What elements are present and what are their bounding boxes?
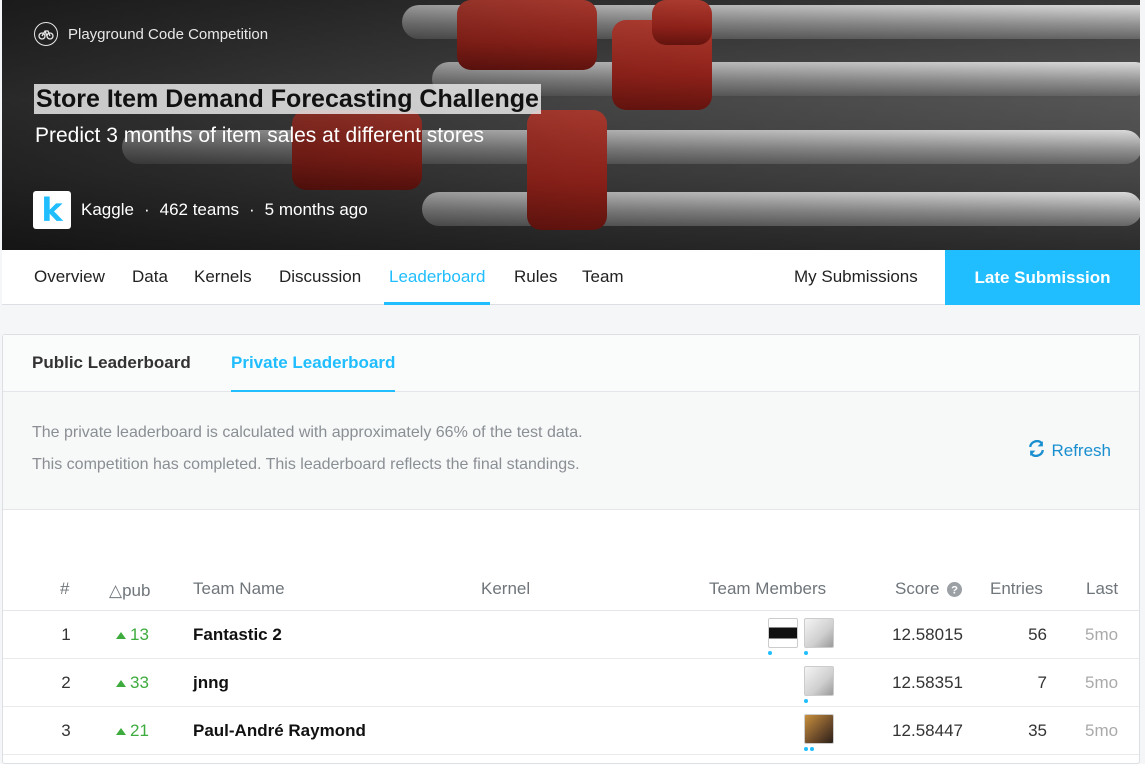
bicycle-icon (34, 22, 58, 46)
column-kernel[interactable]: Kernel (481, 579, 530, 599)
team-name-link[interactable]: Fantastic 2 (193, 625, 282, 645)
team-name-link[interactable]: Paul-André Raymond (193, 721, 366, 741)
rank-cell: 1 (61, 625, 71, 644)
delta-cell: 13 (116, 625, 149, 645)
up-arrow-icon (116, 727, 126, 735)
rank-cell: 3 (61, 721, 71, 740)
competition-title: Store Item Demand Forecasting Challenge (34, 84, 541, 114)
last-cell: 5mo (1085, 721, 1119, 740)
rank-cell: 2 (61, 673, 71, 692)
score-help-icon[interactable]: ? (947, 582, 962, 602)
score-cell: 12.58351 (892, 673, 963, 692)
column-rank[interactable]: # (60, 579, 69, 599)
teams-count[interactable]: 462 teams (160, 200, 239, 220)
competition-age: 5 months ago (264, 200, 368, 219)
competition-meta: k Kaggle · 462 teams · 5 months ago (33, 191, 368, 229)
info-line-2: This competition has completed. This lea… (32, 456, 580, 473)
meta-separator: · (143, 200, 150, 219)
column-entries[interactable]: Entries (990, 579, 1043, 599)
entries-cell: 7 (1037, 673, 1047, 692)
competition-nav: Overview Data Kernels Discussion Leaderb… (2, 250, 1140, 305)
tab-overview[interactable]: Overview (34, 250, 105, 305)
info-line-1: The private leaderboard is calculated wi… (32, 424, 583, 441)
last-cell: 5mo (1085, 673, 1119, 692)
entries-cell: 35 (1028, 721, 1047, 740)
competition-type-label: Playground Code Competition (68, 25, 269, 43)
delta-value: 13 (130, 625, 149, 644)
refresh-label: Refresh (1051, 441, 1111, 460)
team-member-avatar[interactable] (804, 618, 834, 648)
tab-leaderboard[interactable]: Leaderboard (384, 250, 491, 305)
table-row[interactable]: 1 13 Fantastic 2 12.58015 56 5mo (3, 611, 1139, 659)
entries-cell: 56 (1028, 625, 1047, 644)
table-row[interactable]: 2 33 jnng 12.58351 7 5mo (3, 659, 1139, 707)
tab-kernels[interactable]: Kernels (194, 250, 252, 305)
column-delta-public[interactable]: △pub (109, 581, 150, 601)
refresh-button[interactable]: Refresh (1028, 440, 1111, 462)
delta-value: 21 (130, 721, 149, 740)
team-name-link[interactable]: jnng (193, 673, 229, 693)
tab-rules[interactable]: Rules (514, 250, 557, 305)
host-link[interactable]: Kaggle (81, 200, 134, 220)
delta-cell: 21 (116, 721, 149, 741)
team-member-avatar[interactable] (768, 618, 798, 648)
up-arrow-icon (116, 631, 126, 639)
leaderboard-info: The private leaderboard is calculated wi… (3, 392, 1139, 510)
table-row[interactable]: 3 21 Paul-André Raymond 12.58447 35 5mo (3, 707, 1139, 755)
leaderboard-subtabs: Public Leaderboard Private Leaderboard (3, 335, 1139, 392)
leaderboard-panel: Public Leaderboard Private Leaderboard T… (2, 334, 1140, 764)
team-member-avatar[interactable] (804, 714, 834, 744)
tab-team[interactable]: Team (582, 250, 624, 305)
tab-public-leaderboard[interactable]: Public Leaderboard (32, 335, 191, 392)
late-submission-button[interactable]: Late Submission (945, 250, 1140, 305)
leaderboard-header-row: # △pub Team Name Kernel Team Members Sco… (3, 571, 1139, 611)
up-arrow-icon (116, 679, 126, 687)
kaggle-logo[interactable]: k (33, 191, 71, 229)
column-last[interactable]: Last (1086, 579, 1118, 599)
delta-value: 33 (130, 673, 149, 692)
competition-subtitle: Predict 3 months of item sales at differ… (35, 124, 484, 147)
delta-cell: 33 (116, 673, 149, 693)
competition-header: Playground Code Competition Store Item D… (2, 0, 1140, 250)
competition-type: Playground Code Competition (34, 22, 268, 46)
meta-separator: · (249, 200, 255, 219)
column-team-name[interactable]: Team Name (193, 579, 285, 599)
tab-private-leaderboard[interactable]: Private Leaderboard (231, 335, 396, 392)
score-cell: 12.58447 (892, 721, 963, 740)
tab-data[interactable]: Data (132, 250, 168, 305)
refresh-icon (1028, 440, 1045, 462)
svg-text:?: ? (951, 585, 958, 597)
column-score[interactable]: Score (895, 579, 939, 599)
my-submissions-link[interactable]: My Submissions (794, 250, 918, 305)
last-cell: 5mo (1085, 625, 1119, 644)
tab-discussion[interactable]: Discussion (279, 250, 361, 305)
score-cell: 12.58015 (892, 625, 963, 644)
team-member-avatar[interactable] (804, 666, 834, 696)
column-team-members: Team Members (709, 579, 827, 598)
